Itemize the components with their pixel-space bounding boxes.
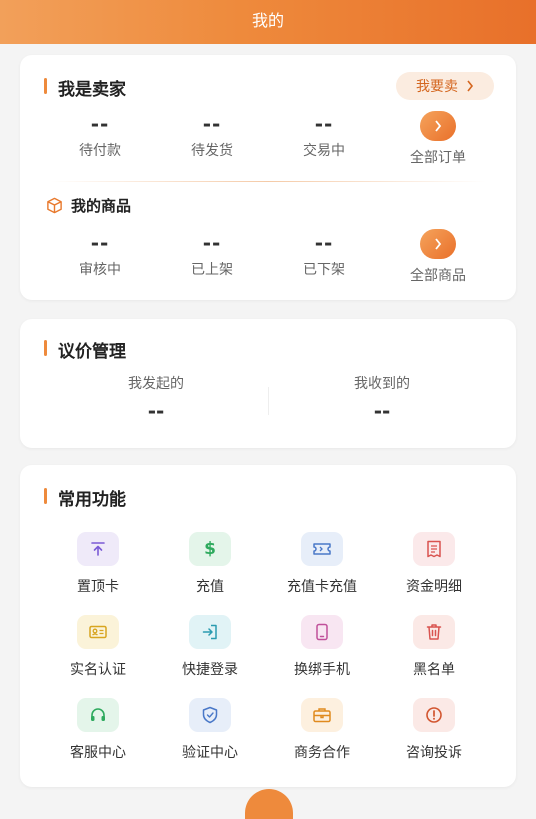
trash-icon [413,615,455,649]
stat-label: 审核中 [79,262,121,278]
alert-icon [413,698,455,732]
title-accent-bar [44,488,47,504]
seller-card: 我是卖家 我要卖 -- 待付款 -- 待发货 -- 交易中 全部订单 我的商品 … [20,55,516,300]
all-goods-link[interactable]: 全部商品 [388,229,488,285]
function-label: 换绑手机 [294,662,350,678]
function-rebind-phone[interactable]: 换绑手机 [266,615,378,679]
box-icon [47,197,62,214]
bargain-value: -- [147,399,165,423]
bargain-label: 我发起的 [128,376,184,392]
goods-stat-delisted[interactable]: -- 已下架 [274,232,374,279]
stat-value: -- [202,231,222,255]
bargain-card: 议价管理 我发起的 -- 我收到的 -- [20,319,516,448]
functions-title-text: 常用功能 [58,490,126,510]
chevron-right-icon [435,238,442,250]
dollar-icon: $ [189,532,231,566]
function-quick-login[interactable]: 快捷登录 [154,615,266,679]
login-icon [189,615,231,649]
my-goods-title: 我的商品 [46,195,131,216]
title-accent-bar [44,340,47,356]
arrow-button[interactable] [420,111,456,141]
bargain-title-text: 议价管理 [58,342,126,362]
seller-title-text: 我是卖家 [58,80,126,100]
phone-icon [301,615,343,649]
function-label: 商务合作 [294,745,350,761]
bargain-section-title: 议价管理 [44,337,126,362]
title-accent-bar [44,78,47,94]
top-bar: 我的 [0,0,536,44]
chevron-right-icon [435,120,442,132]
all-orders-link[interactable]: 全部订单 [388,111,488,167]
function-label: 资金明细 [406,579,462,595]
stat-label: 已下架 [303,262,345,278]
id-card-icon [77,615,119,649]
stat-value: -- [90,231,110,255]
function-consult-complaint[interactable]: 咨询投诉 [378,698,490,762]
sell-button[interactable]: 我要卖 [396,72,494,100]
headset-icon [77,698,119,732]
stat-value: -- [90,112,110,136]
section-divider [50,181,486,182]
chevron-right-icon [467,80,474,92]
stat-label: 交易中 [303,143,345,159]
bargain-value: -- [373,399,391,423]
stat-label: 已上架 [191,262,233,278]
stat-value: -- [202,112,222,136]
function-label: 客服中心 [70,745,126,761]
column-divider [268,387,269,415]
stat-label: 待发货 [191,143,233,159]
bottom-tab-center-button[interactable] [245,789,293,819]
function-label: 充值 [196,579,224,595]
goods-stat-listed[interactable]: -- 已上架 [162,232,262,279]
function-label: 置顶卡 [77,579,119,595]
functions-card: 常用功能 置顶卡 $ 充值 充值卡充值 资金明细 实名认证 快捷登录 换绑手机 … [20,465,516,787]
function-label: 验证中心 [182,745,238,761]
bargain-initiated[interactable]: 我发起的 -- [56,373,256,423]
shield-icon [189,698,231,732]
function-business-cooperation[interactable]: 商务合作 [266,698,378,762]
order-stat-pending-shipment[interactable]: -- 待发货 [162,113,262,160]
briefcase-icon [301,698,343,732]
sell-button-label: 我要卖 [416,79,458,95]
function-label: 咨询投诉 [406,745,462,761]
function-real-name-auth[interactable]: 实名认证 [42,615,154,679]
functions-section-title: 常用功能 [44,485,126,510]
seller-section-title: 我是卖家 [44,75,126,100]
pin-top-icon [77,532,119,566]
function-blacklist[interactable]: 黑名单 [378,615,490,679]
goods-stat-reviewing[interactable]: -- 审核中 [50,232,150,279]
page-title: 我的 [251,11,284,30]
function-fund-details[interactable]: 资金明细 [378,532,490,596]
function-recharge[interactable]: $ 充值 [154,532,266,596]
ticket-icon [301,532,343,566]
stat-value: -- [314,112,334,136]
all-orders-label: 全部订单 [410,150,466,166]
all-goods-label: 全部商品 [410,268,466,284]
function-pin-top-card[interactable]: 置顶卡 [42,532,154,596]
function-label: 实名认证 [70,662,126,678]
function-label: 快捷登录 [182,662,238,678]
bargain-label: 我收到的 [354,376,410,392]
receipt-icon [413,532,455,566]
bargain-received[interactable]: 我收到的 -- [282,373,482,423]
function-label: 充值卡充值 [287,579,357,595]
function-label: 黑名单 [413,662,455,678]
stat-value: -- [314,231,334,255]
function-verification-center[interactable]: 验证中心 [154,698,266,762]
stat-label: 待付款 [79,143,121,159]
order-stat-pending-payment[interactable]: -- 待付款 [50,113,150,160]
function-card-recharge[interactable]: 充值卡充值 [266,532,378,596]
order-stat-in-transaction[interactable]: -- 交易中 [274,113,374,160]
function-customer-service[interactable]: 客服中心 [42,698,154,762]
my-goods-title-text: 我的商品 [71,197,132,215]
arrow-button[interactable] [420,229,456,259]
